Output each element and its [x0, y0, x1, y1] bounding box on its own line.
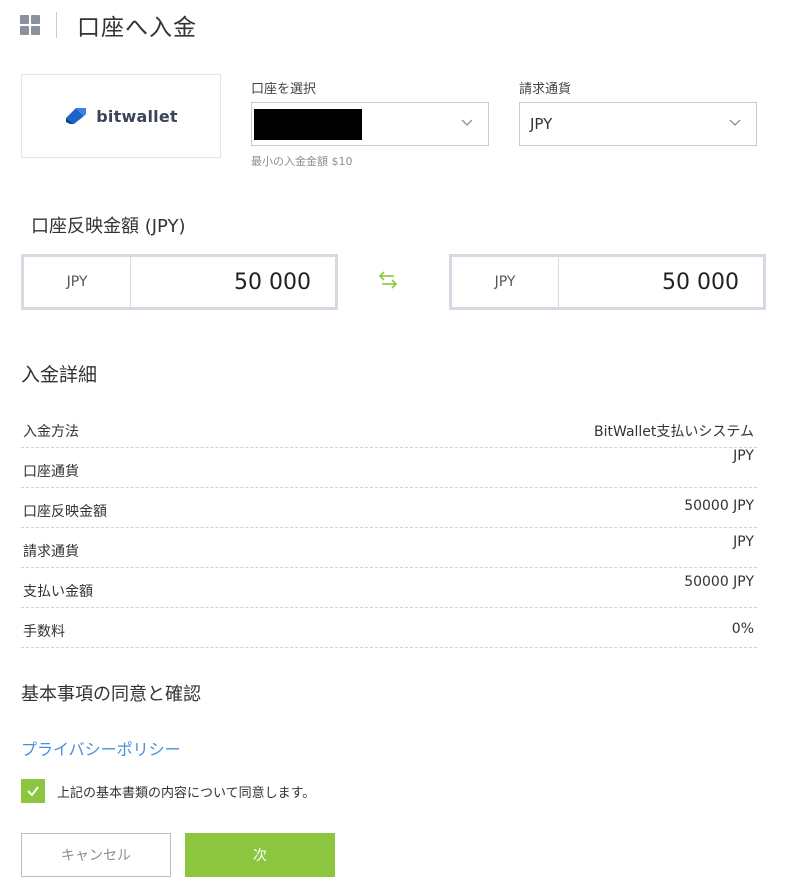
chevron-down-icon — [461, 119, 473, 126]
bitwallet-logo-text: bitwallet — [96, 106, 178, 126]
account-select-label: 口座を選択 — [251, 82, 317, 97]
account-select[interactable] — [251, 102, 489, 146]
row-value: JPY — [733, 448, 754, 464]
cancel-button[interactable]: キャンセル — [21, 833, 171, 877]
agreement-title: 基本事項の同意と確認 — [21, 684, 201, 705]
billing-currency-label: 請求通貨 — [519, 82, 572, 97]
row-label: 口座通貨 — [23, 464, 79, 480]
to-currency: JPY — [452, 257, 559, 307]
from-currency: JPY — [24, 257, 131, 307]
row-label: 入金方法 — [23, 424, 79, 440]
minimum-deposit-hint: 最小の入金金額 $10 — [251, 155, 353, 168]
details-row-fee: 手数料 0% — [21, 608, 757, 648]
from-amount-input[interactable]: 50 000 — [131, 257, 335, 307]
details-row-billing-currency: 請求通貨 JPY — [21, 528, 757, 568]
billing-currency-select[interactable]: JPY — [519, 102, 757, 146]
to-amount-field[interactable]: JPY 50 000 — [449, 254, 766, 310]
row-value: 50000 JPY — [684, 498, 754, 514]
from-amount-field[interactable]: JPY 50 000 — [21, 254, 338, 310]
row-label: 手数料 — [23, 624, 65, 640]
payment-method-logo: bitwallet — [21, 74, 221, 158]
swap-arrows-icon[interactable] — [376, 268, 400, 292]
privacy-policy-link[interactable]: プライバシーポリシー — [21, 736, 181, 760]
row-label: 請求通貨 — [23, 544, 79, 560]
row-value: BitWallet支払いシステム — [594, 424, 754, 440]
row-value: 0% — [731, 621, 754, 637]
chevron-down-icon — [729, 119, 741, 126]
to-amount-input[interactable]: 50 000 — [559, 257, 763, 307]
details-row-account-currency: 口座通貨 JPY — [21, 448, 757, 488]
details-row-method: 入金方法 BitWallet支払いシステム — [21, 408, 757, 448]
row-value: 50000 JPY — [684, 574, 754, 590]
row-label: 支払い金額 — [23, 584, 93, 600]
agreement-checkbox-row[interactable]: 上記の基本書類の内容について同意します。 — [21, 779, 315, 803]
details-title: 入金詳細 — [21, 364, 98, 386]
agreement-checkbox[interactable] — [21, 779, 45, 803]
page-title: 口座へ入金 — [77, 15, 197, 41]
conversion-title: 口座反映金額 (JPY) — [31, 216, 186, 237]
header-divider — [56, 12, 57, 38]
checkmark-icon — [27, 786, 39, 797]
bitwallet-logo-icon — [66, 108, 87, 124]
account-redacted-value — [254, 109, 362, 140]
billing-currency-value: JPY — [530, 115, 553, 133]
details-row-credited-amount: 口座反映金額 50000 JPY — [21, 488, 757, 528]
row-value: JPY — [733, 534, 754, 550]
details-table: 入金方法 BitWallet支払いシステム 口座通貨 JPY 口座反映金額 50… — [21, 408, 757, 648]
details-row-payment-amount: 支払い金額 50000 JPY — [21, 568, 757, 608]
row-label: 口座反映金額 — [23, 504, 107, 520]
page-header: 口座へ入金 — [20, 10, 197, 41]
agreement-checkbox-label: 上記の基本書類の内容について同意します。 — [57, 785, 316, 801]
grid-icon[interactable] — [20, 15, 40, 35]
next-button[interactable]: 次 — [185, 833, 335, 877]
